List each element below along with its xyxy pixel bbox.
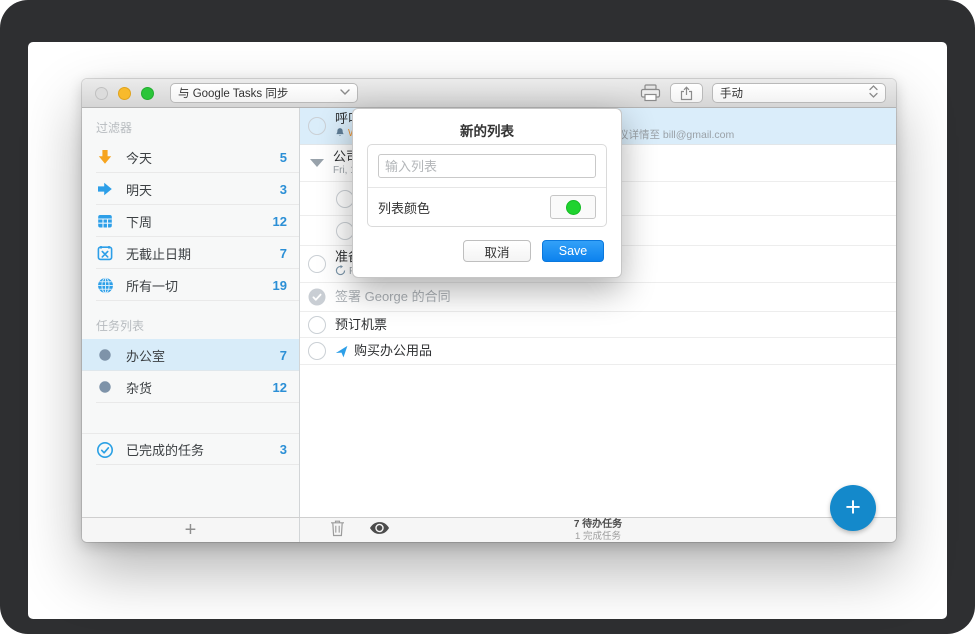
task-row[interactable]: 签署 George 的合同: [300, 283, 896, 312]
sidebar-item-no-due-date[interactable]: 无截止日期 7: [82, 237, 299, 269]
list-name-input[interactable]: [378, 154, 596, 178]
sidebar-item-label: 已完成的任务: [126, 440, 280, 459]
sidebar-item-count: 5: [280, 150, 287, 165]
sidebar-item-label: 办公室: [126, 346, 280, 365]
task-title: 预订机票: [335, 317, 387, 333]
green-color-swatch: [566, 200, 581, 215]
statusbar: +: [82, 517, 896, 542]
lists-header: 任务列表: [82, 301, 299, 339]
minimize-button[interactable]: [118, 87, 131, 100]
sidebar-item-tomorrow[interactable]: 明天 3: [82, 173, 299, 205]
sidebar-item-today[interactable]: 今天 5: [82, 141, 299, 173]
sidebar-item-count: 3: [280, 182, 287, 197]
titlebar: 与 Google Tasks 同步: [82, 79, 896, 108]
screen-frame: 与 Google Tasks 同步: [0, 0, 975, 634]
desktop-canvas: 与 Google Tasks 同步: [28, 42, 947, 619]
sidebar: 过滤器 今天 5 明天 3: [82, 108, 300, 517]
sidebar-item-count: 19: [273, 278, 287, 293]
bell-icon: [335, 127, 345, 142]
task-checkbox[interactable]: [308, 342, 326, 360]
zoom-button[interactable]: [141, 87, 154, 100]
mode-dropdown[interactable]: 手动: [712, 83, 886, 103]
completed-count: 1 完成任务: [300, 531, 896, 542]
task-title: 签署 George 的合同: [335, 289, 451, 305]
plus-icon: +: [185, 520, 197, 540]
tomorrow-arrow-right-icon: [96, 180, 114, 198]
location-arrow-icon: [335, 345, 348, 358]
sidebar-item-label: 下周: [126, 212, 273, 231]
task-checkbox[interactable]: [308, 117, 326, 135]
chevron-down-icon: [340, 87, 350, 99]
task-row[interactable]: 购买办公用品: [300, 338, 896, 365]
sidebar-item-everything[interactable]: 所有一切 19: [82, 269, 299, 301]
dialog-title: 新的列表: [353, 109, 621, 140]
disclosure-triangle-icon[interactable]: [310, 159, 324, 167]
mode-dropdown-label: 手动: [720, 85, 743, 101]
list-dot-icon: [96, 346, 114, 364]
pending-count: 7 待办任务: [300, 519, 896, 531]
sidebar-item-count: 3: [280, 442, 287, 457]
add-task-fab[interactable]: +: [830, 485, 876, 531]
plus-icon: +: [845, 494, 861, 521]
task-title: 购买办公用品: [354, 343, 432, 359]
sidebar-item-count: 12: [273, 380, 287, 395]
list-dot-icon: [96, 378, 114, 396]
sidebar-item-label: 明天: [126, 180, 280, 199]
calendar-grid-icon: [96, 212, 114, 230]
sidebar-item-completed-tasks[interactable]: 已完成的任务 3: [82, 433, 299, 465]
cancel-button[interactable]: 取消: [463, 240, 531, 262]
sync-dropdown[interactable]: 与 Google Tasks 同步: [170, 83, 358, 103]
sidebar-item-groceries[interactable]: 杂货 12: [82, 371, 299, 403]
share-icon: [680, 86, 693, 101]
task-checkbox[interactable]: [308, 255, 326, 273]
completed-check-icon: [96, 441, 114, 459]
sidebar-item-count: 7: [280, 246, 287, 261]
chevron-updown-icon: [869, 85, 878, 101]
sidebar-item-label: 今天: [126, 148, 280, 167]
today-arrow-down-icon: [96, 148, 114, 166]
calendar-x-icon: [96, 244, 114, 262]
app-window: 与 Google Tasks 同步: [82, 79, 896, 542]
task-row[interactable]: 预订机票: [300, 312, 896, 338]
add-list-button[interactable]: +: [82, 518, 300, 542]
save-button[interactable]: Save: [542, 240, 604, 262]
task-note-fragment: 议详情至 bill@gmail.com: [618, 127, 734, 142]
list-color-label: 列表颜色: [378, 198, 550, 217]
sync-dropdown-label: 与 Google Tasks 同步: [178, 85, 288, 101]
print-icon[interactable]: [640, 84, 661, 102]
sidebar-item-label: 无截止日期: [126, 244, 280, 263]
sidebar-item-count: 7: [280, 348, 287, 363]
sidebar-item-office[interactable]: 办公室 7: [82, 339, 299, 371]
task-checkbox[interactable]: [308, 316, 326, 334]
new-list-dialog: 新的列表 列表颜色 取消 Save: [352, 108, 622, 278]
dialog-form-panel: 列表颜色: [367, 144, 607, 227]
share-button[interactable]: [670, 83, 703, 103]
status-summary: 7 待办任务 1 完成任务: [300, 519, 896, 542]
filters-header: 过滤器: [82, 108, 299, 141]
repeat-icon: [335, 265, 346, 280]
sidebar-item-next-week[interactable]: 下周 12: [82, 205, 299, 237]
sidebar-item-label: 杂货: [126, 378, 273, 397]
task-checkbox-checked[interactable]: [308, 288, 326, 306]
close-button[interactable]: [95, 87, 108, 100]
globe-icon: [96, 276, 114, 294]
list-color-button[interactable]: [550, 195, 596, 219]
sidebar-item-count: 12: [273, 214, 287, 229]
sidebar-item-label: 所有一切: [126, 276, 273, 295]
